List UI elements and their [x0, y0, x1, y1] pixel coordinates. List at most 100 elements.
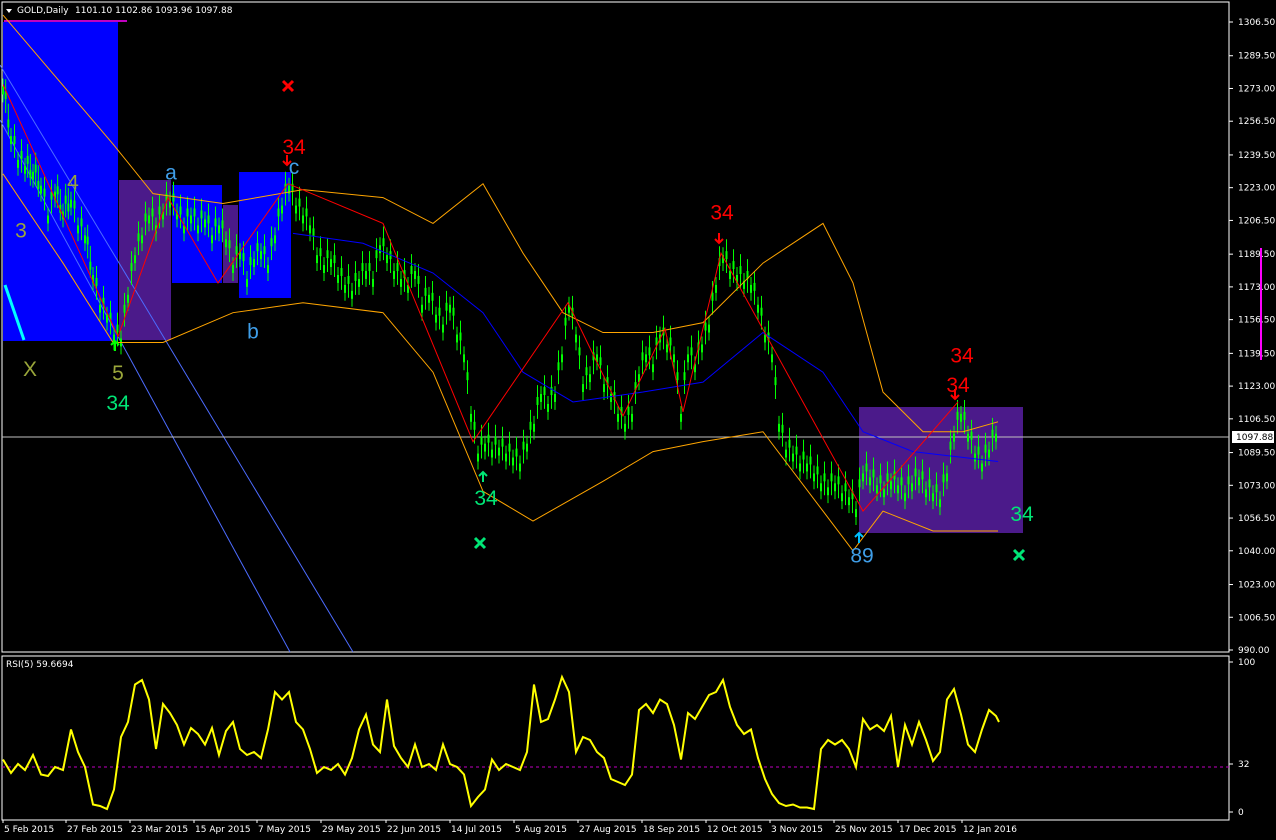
- candle-body: [158, 206, 161, 215]
- triangle-down-icon[interactable]: [6, 9, 12, 13]
- candle-body: [641, 352, 644, 361]
- rsi-label: RSI(5) 59.6694: [6, 660, 74, 670]
- candle-body: [456, 334, 458, 343]
- candle-body: [428, 294, 430, 303]
- chart-ohlc: 1101.10 1102.86 1093.96 1097.88: [75, 6, 233, 16]
- candle-body: [886, 473, 889, 482]
- time-tick-label: 7 May 2015: [258, 825, 311, 835]
- candle-body: [99, 304, 101, 313]
- candle-body: [365, 271, 367, 279]
- candle-body: [582, 384, 584, 393]
- candle-body: [515, 448, 518, 457]
- candle-body: [690, 347, 693, 356]
- wave-label: b: [247, 320, 259, 343]
- candle-body: [20, 150, 23, 159]
- candle-body: [813, 473, 815, 482]
- candle-body: [918, 477, 920, 486]
- candle-body: [337, 274, 339, 283]
- candle-body: [501, 438, 504, 447]
- candle-body: [673, 354, 675, 363]
- candle-body: [228, 240, 231, 249]
- candle-body: [232, 265, 234, 274]
- candle-body: [200, 210, 203, 219]
- rsi-axis: 100 32 0: [1229, 658, 1255, 818]
- candle-body: [256, 243, 259, 252]
- candle-body: [400, 278, 402, 287]
- trading-chart[interactable]: 1097.88 34ca43bX 534343489343434 1306.501…: [0, 0, 1276, 840]
- candle-body: [883, 489, 885, 498]
- candle-body: [32, 171, 34, 180]
- candle-body: [536, 397, 539, 405]
- candle-body: [900, 477, 903, 486]
- candle-body: [421, 304, 423, 313]
- candle-body: [757, 304, 759, 313]
- candle-body: [781, 424, 784, 433]
- candle-body: [858, 479, 861, 488]
- candle-body: [599, 357, 602, 366]
- candle-body: [148, 215, 150, 224]
- candle-body: [372, 278, 374, 287]
- candle-body: [519, 463, 521, 472]
- zone-box: [3, 22, 118, 341]
- main-chart-frame: [1, 1, 1230, 653]
- candle-body: [323, 265, 325, 274]
- candle-body: [967, 433, 969, 442]
- candle-body: [554, 394, 556, 402]
- candle-body: [309, 225, 311, 234]
- candle-body: [319, 248, 322, 257]
- candle-body: [326, 250, 329, 259]
- candle-body: [358, 278, 360, 287]
- candle-body: [564, 317, 567, 326]
- candle-body: [24, 165, 26, 174]
- price-tick-label: 1089.50: [1238, 449, 1275, 459]
- candle-body: [914, 468, 917, 477]
- wave-label: 4: [67, 172, 79, 195]
- candle-body: [267, 265, 269, 274]
- candle-body: [897, 485, 899, 494]
- candle-body: [631, 413, 633, 422]
- wave-label: c: [289, 156, 300, 179]
- candle-body: [435, 314, 437, 323]
- candle-body: [253, 259, 255, 268]
- candle-body: [540, 394, 542, 402]
- price-tick-label: 1073.00: [1238, 481, 1275, 491]
- price-tick-label: 1173.00: [1238, 283, 1275, 293]
- rsi-tick-label: 32: [1238, 760, 1249, 770]
- candle-body: [452, 307, 455, 316]
- candle-body: [834, 483, 836, 492]
- candle-body: [669, 337, 672, 346]
- candle-body: [645, 354, 647, 363]
- arrow-down-icon: [714, 233, 724, 245]
- candle-body: [841, 493, 843, 502]
- wave-label: 5: [112, 362, 124, 385]
- candle-body: [939, 499, 941, 508]
- candle-body: [820, 483, 822, 492]
- candle-body: [375, 250, 378, 259]
- candle-body: [725, 251, 728, 260]
- candle-body: [316, 255, 318, 264]
- time-tick-label: 5 Aug 2015: [515, 825, 567, 835]
- candle-body: [879, 475, 882, 484]
- candle-body: [351, 290, 353, 299]
- candle-body: [179, 206, 182, 215]
- axis-highlight: [1260, 248, 1262, 360]
- candle-body: [610, 394, 612, 402]
- candle-body: [123, 304, 126, 313]
- time-tick-label: 12 Jan 2016: [963, 825, 1017, 835]
- candle-body: [547, 403, 549, 412]
- candle-body: [956, 411, 959, 420]
- candle-body: [379, 245, 381, 254]
- current-price-label: 1097.88: [1236, 433, 1273, 443]
- candle-body: [750, 284, 752, 293]
- candle-body: [739, 266, 742, 274]
- candle-body: [445, 302, 448, 311]
- chart-title: GOLD,Daily: [17, 6, 69, 16]
- candle-body: [753, 282, 756, 291]
- candle-body: [921, 471, 924, 480]
- candle-body: [799, 463, 801, 472]
- candle-body: [648, 347, 651, 356]
- candle-body: [827, 487, 829, 496]
- candle-body: [218, 225, 220, 234]
- candle-body: [246, 278, 248, 287]
- candle-body: [925, 489, 927, 498]
